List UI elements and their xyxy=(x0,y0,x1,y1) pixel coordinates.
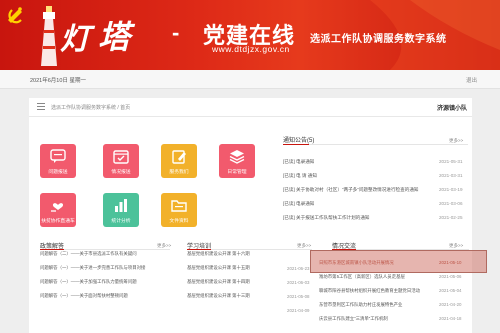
study-item-date: 2021-05-08 xyxy=(287,294,310,299)
tile-label: 文件资料 xyxy=(169,219,189,224)
notice-item-date: 2021-02-25 xyxy=(439,215,463,220)
logo-char-1: 灯 xyxy=(60,22,91,57)
system-subtitle: 选派工作队协调服务数字系统 xyxy=(310,34,447,45)
notice-item-text[interactable]: [已读] 关于协助对村（社区）“两子多”问题整改情况进行检查的通知 xyxy=(283,187,423,193)
chart-icon xyxy=(115,199,127,212)
notice-item-date: 2021-03-19 xyxy=(439,187,463,192)
tile-problem-report[interactable]: 问题报送 xyxy=(40,144,76,178)
message-icon xyxy=(50,149,66,163)
notice-item-text[interactable]: [已读] 电 请 通知 xyxy=(283,173,423,179)
situation-item[interactable]: 庆云县工作队建立“三清单”工作机制 xyxy=(319,316,437,322)
situation-item-date: 2021-05-04 xyxy=(439,288,462,293)
stack-icon xyxy=(229,150,245,164)
notice-title: 通知公告(5) xyxy=(283,135,314,144)
breadcrumb-bar: 选派工作队协调服务数字系统 / 首页 济源镇小队 xyxy=(29,98,472,117)
selected-item-highlight xyxy=(310,250,487,273)
notice-item-date: 2021-03-31 xyxy=(439,173,463,178)
logo-char-2: 塔 xyxy=(98,18,132,56)
situation-item-date: 2021-04-18 xyxy=(439,316,462,321)
situation-item[interactable]: 聊城市阳谷县帮扶村组织开展红色教育主题党日活动 xyxy=(319,288,437,294)
policy-item[interactable]: 问题解答（一）——关于进一步完善工作队与项目对接 xyxy=(40,265,170,271)
situation-item[interactable]: 潍坊市第5工作区（高新区）选队人员走基层 xyxy=(319,274,437,280)
notice-divider xyxy=(283,144,468,145)
main-panel: 选派工作队协调服务数字系统 / 首页 济源镇小队 问题报送 情况报送 服务我们 … xyxy=(29,98,472,333)
study-item[interactable]: 基层党组织建设公开课 第十三期 xyxy=(187,293,273,299)
current-date: 2021年6月10日 星期一 xyxy=(30,78,86,84)
study-item[interactable]: 基层党组织建设公开课 第十六期 xyxy=(187,251,273,257)
tile-label: 统计分析 xyxy=(111,219,131,224)
tile-label: 扶贫协作直通车 xyxy=(41,219,75,224)
study-underline xyxy=(187,249,211,250)
calendar-icon xyxy=(113,150,129,164)
situation-item-date: 2021-05-06 xyxy=(439,274,462,279)
site-banner: 灯 塔 - 党建在线 www.dtdjzx.gov.cn 选派工作队协调服务数字… xyxy=(0,0,500,70)
study-item[interactable]: 基层党组织建设公开课 第十四期 xyxy=(187,279,273,285)
logo-url: www.dtdjzx.gov.cn xyxy=(212,44,290,54)
policy-item[interactable]: 问题解答（一）——关于面对帮扶村整顿问题 xyxy=(40,293,170,299)
study-item-date: 2021-06-23 xyxy=(287,266,310,271)
notice-underline xyxy=(283,144,309,145)
policy-item[interactable]: 问题解答（一）——关于加强工作队力量统筹问题 xyxy=(40,279,170,285)
notice-item-text[interactable]: [已读] 电录通知 xyxy=(283,201,423,207)
tile-daily-management[interactable]: 日常管理 xyxy=(219,144,255,178)
notice-item-date: 2021-03-06 xyxy=(439,201,463,206)
tile-documents[interactable]: 文件资料 xyxy=(161,193,197,227)
hand-heart-icon xyxy=(51,203,64,212)
team-name: 济源镇小队 xyxy=(437,106,468,112)
logo-dash: - xyxy=(172,20,180,45)
date-bar: 2021年6月10日 星期一 退出 xyxy=(0,70,500,89)
folder-icon xyxy=(171,200,187,212)
tile-label: 日常管理 xyxy=(227,170,247,175)
tile-statistics[interactable]: 统计分析 xyxy=(103,193,139,227)
menu-icon[interactable] xyxy=(37,103,45,110)
policy-item[interactable]: 问题解答（二）——关于市县选派工作队有关疑问 xyxy=(40,251,170,257)
breadcrumb[interactable]: 选派工作队协调服务数字系统 / 首页 xyxy=(51,104,130,111)
notice-item-date: 2021-05-31 xyxy=(439,159,463,164)
study-item[interactable]: 基层党组织建设公开课 第十五期 xyxy=(187,265,273,271)
tile-label: 服务我们 xyxy=(169,170,189,175)
study-item-date: 2021-06-03 xyxy=(287,280,310,285)
situation-item-date: 2021-04-20 xyxy=(439,302,462,307)
pen-icon xyxy=(172,150,186,164)
notice-item-text[interactable]: [已读] 关于报送工作队帮扶工作计划的通知 xyxy=(283,215,423,221)
notice-item-text[interactable]: [已读] 电录通知 xyxy=(283,159,423,165)
tile-label: 情况报送 xyxy=(111,170,131,175)
study-item-date: 2021-04-09 xyxy=(287,308,310,313)
tile-label: 问题报送 xyxy=(48,170,68,175)
logout-link[interactable]: 退出 xyxy=(466,76,477,84)
tile-service[interactable]: 服务我们 xyxy=(161,144,197,178)
party-emblem-icon xyxy=(8,7,22,24)
tile-poverty-express[interactable]: 扶贫协作直通车 xyxy=(40,193,76,227)
policy-underline xyxy=(40,249,64,250)
tile-situation-report[interactable]: 情况报送 xyxy=(103,144,139,178)
situation-item[interactable]: 东营市垦利区工作队助力村庄发展特色产业 xyxy=(319,302,437,308)
